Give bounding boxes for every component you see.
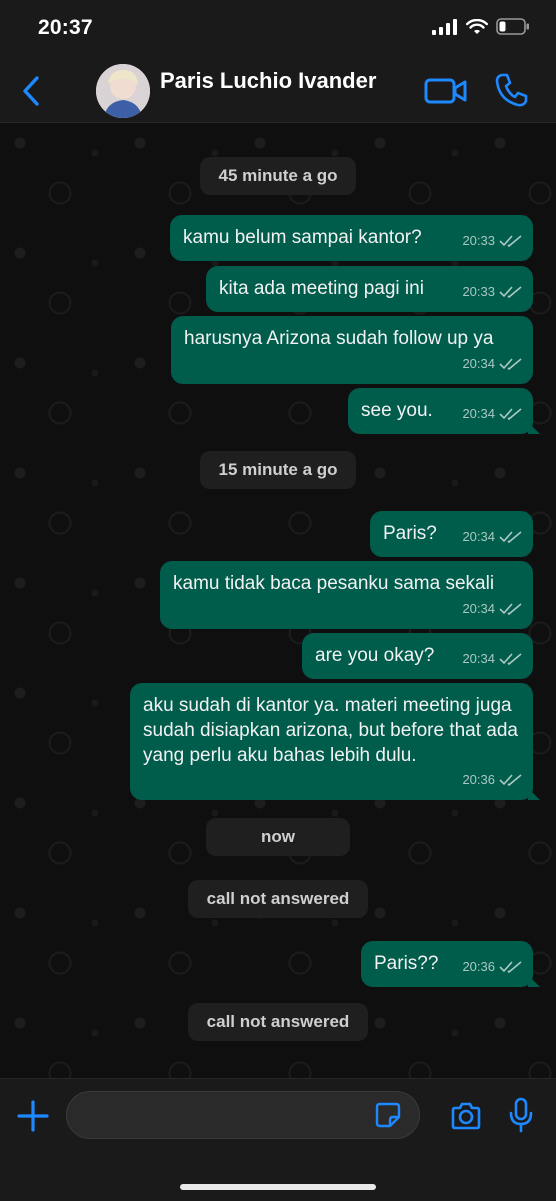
home-indicator[interactable] (180, 1184, 376, 1190)
status-bar: 20:37 (0, 0, 556, 56)
read-receipt-icon (499, 960, 522, 973)
message-bubble[interactable]: kamu tidak baca pesanku sama sekali 20:3… (160, 561, 533, 629)
message-bubble[interactable]: Paris?? 20:36 (361, 941, 540, 987)
date-divider: 45 minute a go (200, 157, 356, 195)
message-meta: 20:34 (462, 351, 523, 376)
sticker-icon[interactable] (375, 1102, 401, 1128)
avatar-image (96, 64, 150, 118)
message-bubble[interactable]: aku sudah di kantor ya. materi meeting j… (130, 683, 540, 800)
wifi-icon (466, 18, 488, 34)
message-meta: 20:34 (462, 646, 523, 671)
read-receipt-icon (499, 357, 522, 370)
chevron-left-icon[interactable] (18, 74, 44, 108)
message-bubble[interactable]: kita ada meeting pagi ini 20:33 (206, 266, 533, 312)
status-icons (432, 18, 530, 35)
camera-icon[interactable] (450, 1101, 482, 1131)
message-bubble[interactable]: are you okay? 20:34 (302, 633, 533, 679)
chat-area[interactable]: 45 minute a go kamu belum sampai kantor?… (0, 123, 556, 1078)
message-text: kamu tidak baca pesanku sama sekali (173, 573, 495, 594)
contact-name[interactable]: Paris Luchio Ivander (160, 68, 376, 94)
message-meta: 20:36 (462, 954, 523, 979)
composer-bar (0, 1078, 556, 1201)
read-receipt-icon (499, 285, 522, 298)
phone-icon[interactable] (494, 72, 528, 108)
message-text: aku sudah di kantor ya. materi meeting j… (143, 695, 518, 766)
message-input[interactable] (66, 1091, 420, 1139)
read-receipt-icon (499, 530, 522, 543)
message-meta: 20:33 (462, 279, 523, 304)
message-meta: 20:33 (462, 228, 523, 253)
read-receipt-icon (499, 234, 522, 247)
read-receipt-icon (499, 773, 522, 786)
battery-icon (496, 18, 529, 35)
message-meta: 20:34 (462, 524, 523, 549)
read-receipt-icon (499, 602, 522, 615)
chat-header: Paris Luchio Ivander (0, 56, 556, 123)
message-bubble[interactable]: Paris? 20:34 (370, 511, 533, 557)
message-bubble[interactable]: harusnya Arizona sudah follow up ya 20:3… (171, 316, 533, 384)
bubble-tail (528, 788, 540, 800)
plus-icon[interactable] (16, 1099, 50, 1133)
call-status[interactable]: call not answered (188, 880, 368, 918)
status-time: 20:37 (38, 16, 93, 39)
read-receipt-icon (499, 407, 522, 420)
bubble-tail (528, 422, 540, 434)
call-status[interactable]: call not answered (188, 1003, 368, 1041)
read-receipt-icon (499, 652, 522, 665)
message-text: harusnya Arizona sudah follow up ya (184, 328, 494, 349)
bubble-tail (528, 975, 540, 987)
date-divider: 15 minute a go (200, 451, 356, 489)
message-bubble[interactable]: kamu belum sampai kantor? 20:33 (170, 215, 533, 261)
avatar[interactable] (96, 64, 150, 118)
microphone-icon[interactable] (508, 1097, 534, 1133)
message-meta: 20:34 (462, 401, 523, 426)
message-meta: 20:34 (462, 596, 523, 621)
date-divider: now (206, 818, 350, 856)
cellular-signal-icon (432, 18, 457, 35)
message-meta: 20:36 (462, 767, 523, 792)
video-camera-icon[interactable] (424, 74, 468, 108)
message-bubble[interactable]: see you. 20:34 (348, 388, 540, 434)
